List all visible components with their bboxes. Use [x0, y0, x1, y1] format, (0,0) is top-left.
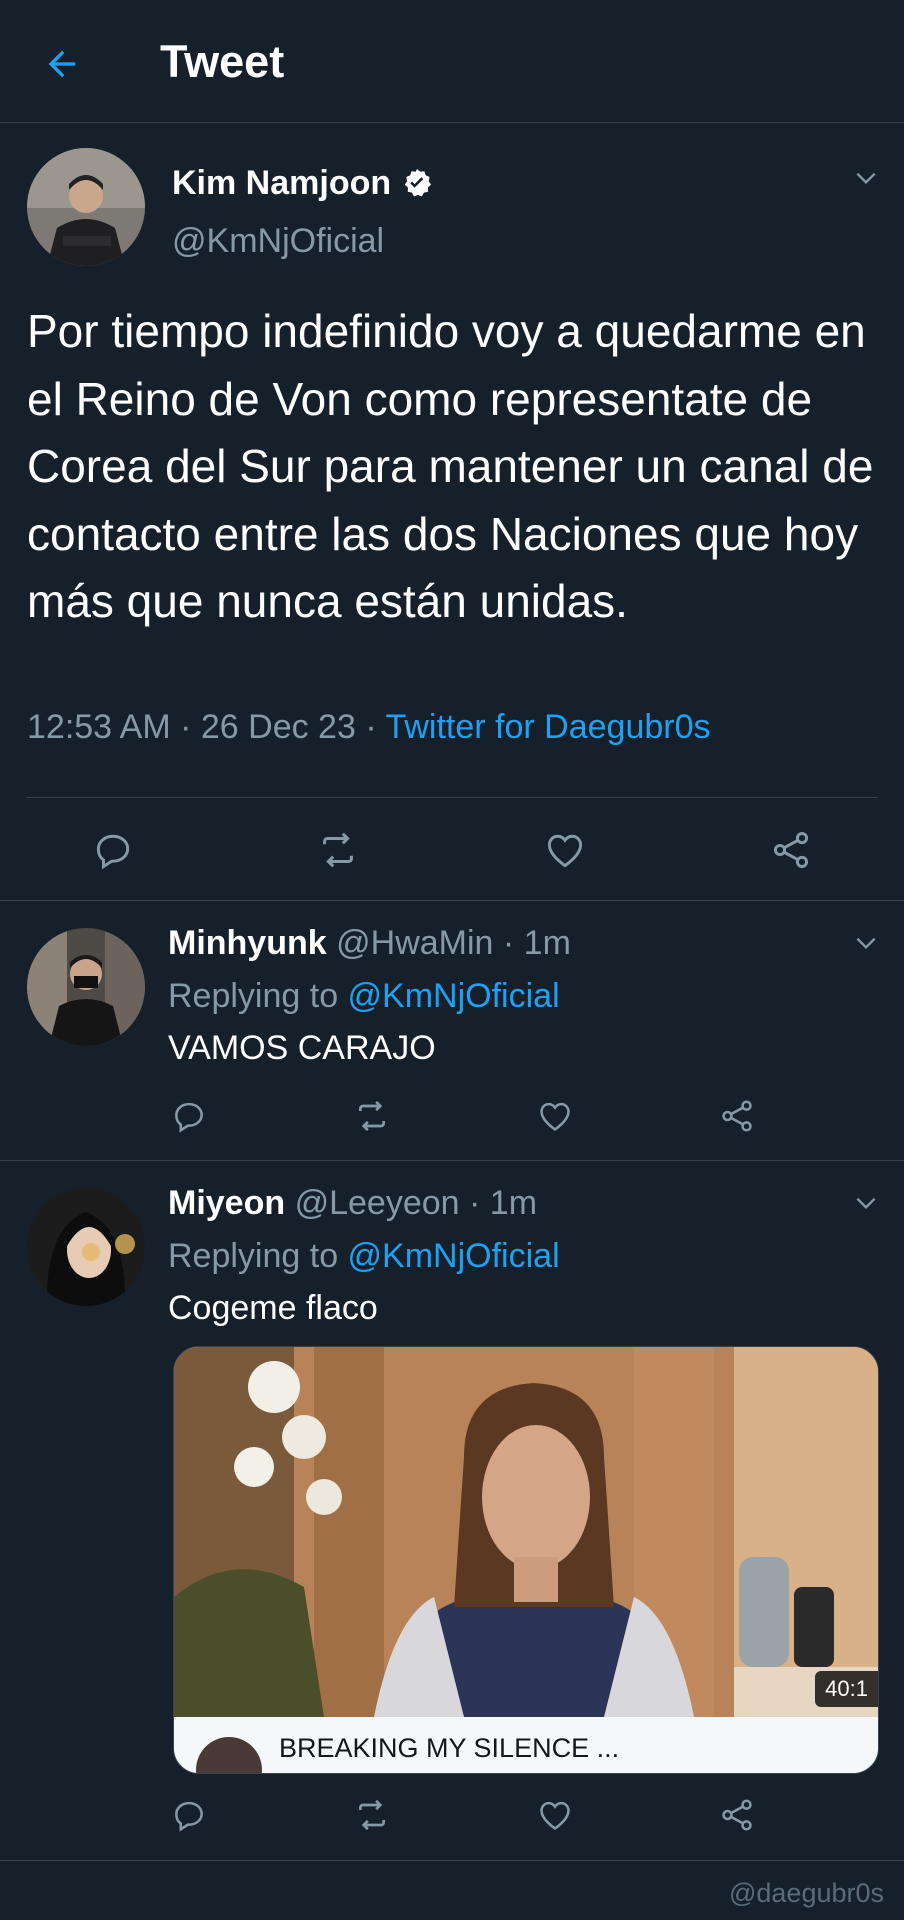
- page-title: Tweet: [160, 36, 285, 87]
- tweet-menu-button[interactable]: [851, 163, 881, 193]
- heart-icon: [540, 1102, 570, 1131]
- reply-avatar[interactable]: [27, 928, 145, 1046]
- reply-time: · 1m: [502, 924, 571, 962]
- share-icon: [722, 1799, 752, 1831]
- reply-button[interactable]: [88, 825, 138, 875]
- tweet-time: 12:53 AM: [27, 708, 171, 746]
- heart-icon: [547, 834, 583, 868]
- replying-to-link[interactable]: @KmNjOficial: [348, 977, 560, 1015]
- divider: [27, 797, 877, 798]
- reply-author-name[interactable]: Miyeon: [168, 1184, 285, 1222]
- back-button[interactable]: [38, 40, 86, 88]
- share-button[interactable]: [716, 1095, 758, 1137]
- share-button[interactable]: [716, 1794, 758, 1836]
- video-duration: 40:1: [815, 1671, 878, 1707]
- reply-avatar[interactable]: [27, 1188, 145, 1306]
- divider: [0, 900, 904, 901]
- like-button[interactable]: [534, 1095, 576, 1137]
- video-card[interactable]: 40:1 BREAKING MY SILENCE ...: [173, 1346, 879, 1774]
- reply-button[interactable]: [168, 1095, 210, 1137]
- verified-badge-icon: [401, 167, 433, 199]
- video-thumbnail: [174, 1347, 878, 1717]
- replying-to: Replying to @KmNjOficial: [168, 1235, 560, 1277]
- comment-icon: [175, 1801, 203, 1832]
- retweet-icon: [323, 832, 353, 868]
- reply-author-name[interactable]: Minhyunk: [168, 924, 327, 962]
- retweet-icon: [359, 1100, 385, 1132]
- reply-text: Cogeme flaco: [168, 1289, 378, 1327]
- video-title: BREAKING MY SILENCE ...: [279, 1733, 620, 1763]
- retweet-button[interactable]: [313, 825, 363, 875]
- chevron-down-icon: [856, 937, 876, 950]
- comment-icon: [175, 1102, 203, 1133]
- retweet-icon: [359, 1799, 385, 1831]
- like-button[interactable]: [540, 825, 590, 875]
- reply-time: · 1m: [469, 1184, 538, 1222]
- tweet-menu-button[interactable]: [851, 928, 881, 958]
- reply-author-handle[interactable]: @HwaMin: [336, 924, 493, 962]
- chevron-down-icon: [856, 172, 876, 185]
- video-card-footer: BREAKING MY SILENCE ...: [174, 1717, 878, 1773]
- tweet-menu-button[interactable]: [851, 1188, 881, 1218]
- replying-to-link[interactable]: @KmNjOficial: [348, 1237, 560, 1275]
- replying-to-label: Replying to: [168, 977, 348, 1015]
- tweet-date: 26 Dec 23: [200, 708, 356, 746]
- reply-header: Minhyunk @HwaMin · 1m: [168, 922, 571, 964]
- replying-to: Replying to @KmNjOficial: [168, 975, 560, 1017]
- reply-text: VAMOS CARAJO: [168, 1029, 436, 1067]
- tweet-source-link[interactable]: Twitter for Daegubr0s: [385, 708, 710, 746]
- meta-separator: ·: [355, 708, 386, 746]
- divider: [0, 1160, 904, 1161]
- share-icon: [722, 1100, 752, 1132]
- author-handle[interactable]: @KmNjOficial: [172, 221, 384, 261]
- retweet-button[interactable]: [351, 1794, 393, 1836]
- tweet-metadata: 12:53 AM · 26 Dec 23 · Twitter for Daegu…: [27, 705, 711, 749]
- divider: [0, 1860, 904, 1861]
- top-app-bar: Tweet: [0, 0, 904, 123]
- tweet-text: Por tiempo indefinido voy a quedarme en …: [27, 305, 874, 627]
- author-name[interactable]: Kim Namjoon: [172, 163, 433, 203]
- replying-to-label: Replying to: [168, 1237, 348, 1275]
- share-button[interactable]: [766, 825, 816, 875]
- chevron-down-icon: [856, 1197, 876, 1210]
- comment-icon: [96, 834, 130, 870]
- reply-author-handle[interactable]: @Leeyeon: [295, 1184, 460, 1222]
- heart-icon: [540, 1801, 570, 1830]
- author-name-text: Kim Namjoon: [172, 164, 392, 202]
- arrow-left-icon: [48, 50, 76, 78]
- watermark: @daegubr0s: [728, 1878, 884, 1908]
- reply-button[interactable]: [168, 1794, 210, 1836]
- author-avatar[interactable]: [27, 148, 145, 266]
- like-button[interactable]: [534, 1794, 576, 1836]
- retweet-button[interactable]: [351, 1095, 393, 1137]
- share-icon: [773, 832, 809, 868]
- reply-header: Miyeon @Leeyeon · 1m: [168, 1182, 537, 1224]
- meta-separator: ·: [170, 708, 201, 746]
- channel-avatar: [196, 1737, 262, 1773]
